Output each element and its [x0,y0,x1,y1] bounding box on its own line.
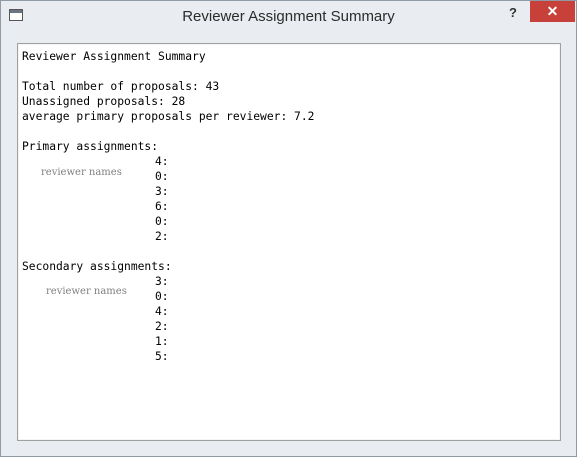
primary-count-2: 0: [155,170,169,183]
primary-count-6: 2: [155,230,169,243]
primary-count-5: 0: [155,215,169,228]
primary-count-1: 4: [155,155,169,168]
secondary-reviewer-names: reviewer names [46,286,127,297]
window-title: Reviewer Assignment Summary [182,8,395,25]
average-primary-line: average primary proposals per reviewer: … [22,110,315,123]
help-button[interactable]: ? [502,4,524,22]
secondary-count-5: 1: [155,335,169,348]
secondary-count-3: 4: [155,305,169,318]
unassigned-proposals-line: Unassigned proposals: 28 [22,95,186,108]
total-proposals-line: Total number of proposals: 43 [22,80,220,93]
secondary-count-6: 5: [155,350,169,363]
secondary-count-4: 2: [155,320,169,333]
title-bar[interactable]: Reviewer Assignment Summary ? ✕ [1,1,576,32]
primary-reviewer-names: reviewer names [41,167,122,178]
summary-heading: Reviewer Assignment Summary [22,50,206,63]
primary-assignments-label: Primary assignments: [22,140,159,153]
close-button[interactable]: ✕ [530,1,575,22]
primary-count-4: 6: [155,200,169,213]
secondary-assignments-label: Secondary assignments: [22,260,172,273]
close-icon: ✕ [546,3,559,19]
dialog-window: Reviewer Assignment Summary ? ✕ Reviewer… [0,0,577,457]
primary-count-3: 3: [155,185,169,198]
secondary-count-1: 3: [155,275,169,288]
secondary-count-2: 0: [155,290,169,303]
summary-text-area[interactable]: Reviewer Assignment Summary Total number… [17,43,561,441]
